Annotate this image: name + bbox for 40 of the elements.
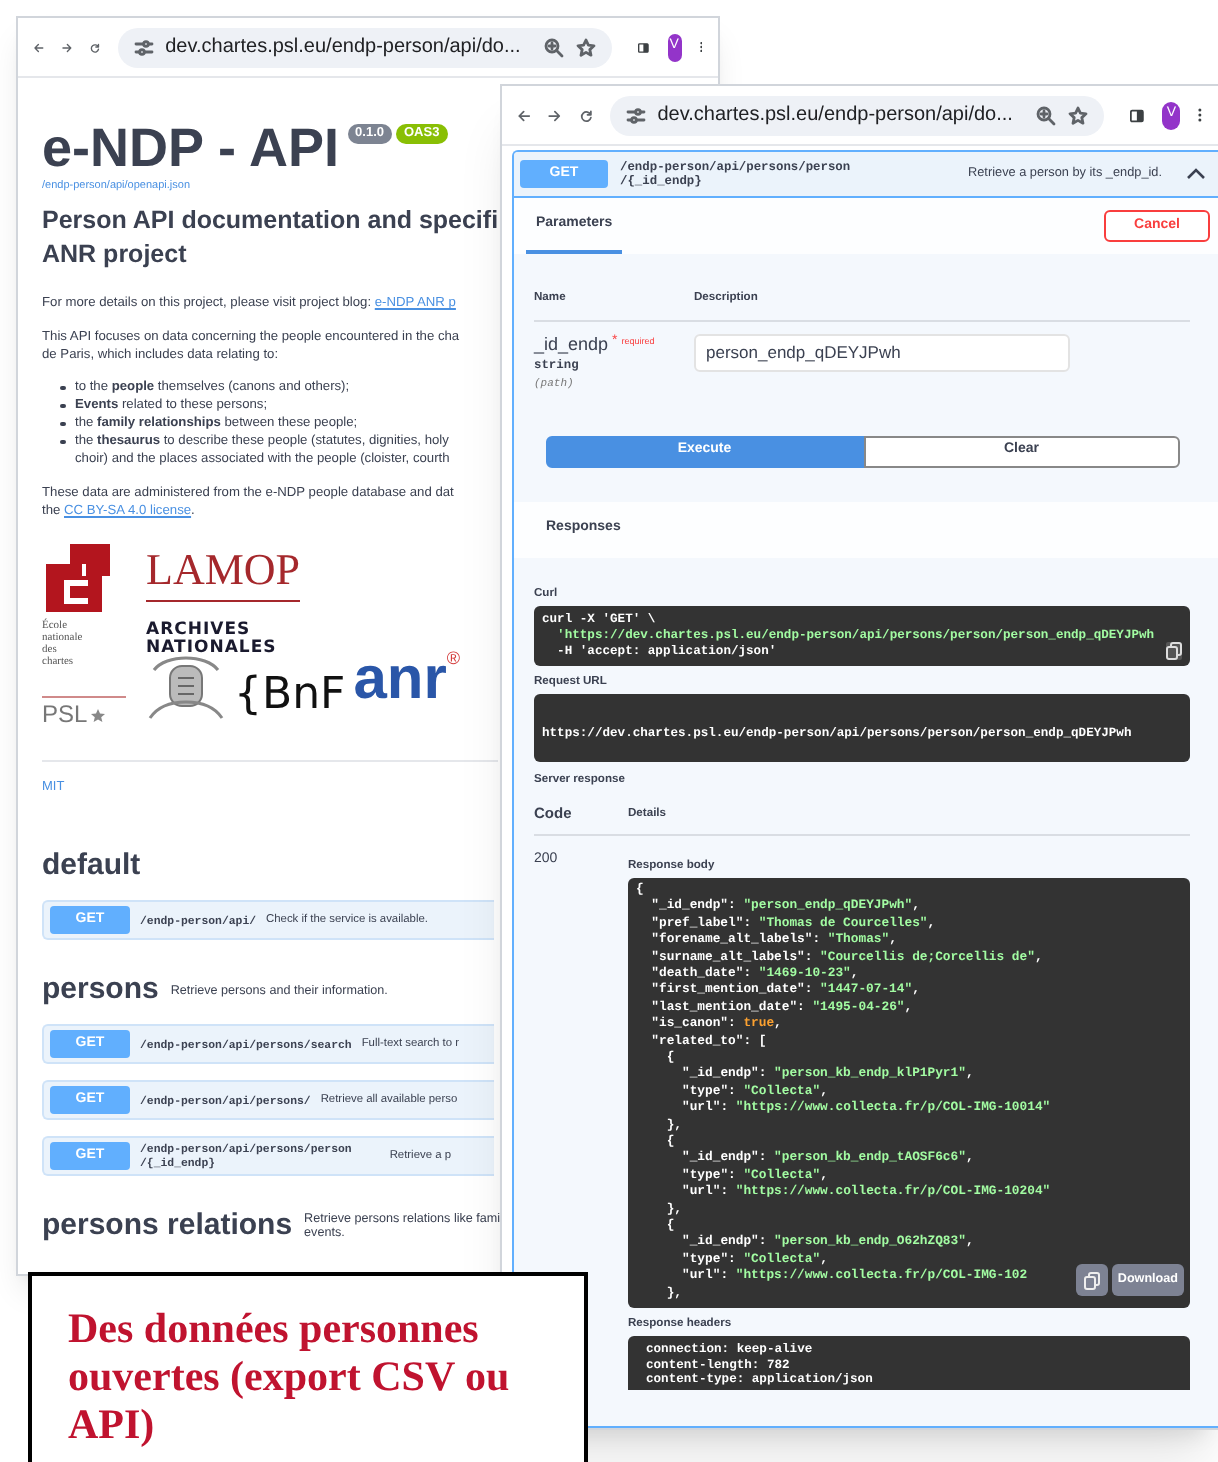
description-heading: Person API documentation and specifi ANR project <box>42 204 499 272</box>
copy-button[interactable] <box>1075 1264 1108 1297</box>
section-title: persons <box>42 972 159 1008</box>
url-text: dev.chartes.psl.eu/endp-person/api/do... <box>657 102 1013 130</box>
section-title: persons relations <box>42 1208 293 1244</box>
address-bar[interactable]: dev.chartes.psl.eu/endp-person/api/do... <box>117 27 613 67</box>
side-panel-icon[interactable] <box>638 37 650 57</box>
copy-icon[interactable] <box>1166 641 1182 660</box>
bullet-icon <box>60 421 65 426</box>
site-settings-icon[interactable] <box>133 37 154 57</box>
bullet-icon <box>60 439 65 444</box>
school-logo-icon <box>42 540 114 616</box>
lab-logo: LAMOP <box>146 540 301 602</box>
archives-logo: ARCHIVES NATIONALES <box>146 622 279 658</box>
parameter-input-field[interactable]: person_endp_qDEYJPwh <box>694 333 1070 372</box>
forward-arrow-icon[interactable] <box>548 105 561 125</box>
copy-icon <box>1083 1271 1100 1290</box>
api-title: e-NDP - API <box>42 118 340 178</box>
section-title: default <box>42 848 141 884</box>
side-panel-icon[interactable] <box>1130 105 1145 125</box>
site-settings-icon[interactable] <box>625 105 646 125</box>
zoom-icon[interactable] <box>1036 105 1057 125</box>
seal-drawing <box>146 654 226 722</box>
anr-logo-text: anr <box>353 650 447 710</box>
zoom-icon[interactable] <box>544 37 565 57</box>
bookmark-star-icon[interactable] <box>1068 105 1089 125</box>
caption-text: Des données personnes ouvertes (export CSV ou API) <box>68 1304 512 1448</box>
registered-mark: ® <box>446 650 461 668</box>
back-arrow-icon[interactable] <box>518 105 531 125</box>
address-bar[interactable]: dev.chartes.psl.eu/endp-person/api/do... <box>609 95 1105 135</box>
bullet-icon <box>60 385 65 390</box>
bookmark-star-icon[interactable] <box>576 37 597 57</box>
psl-logo-text: PSL <box>42 702 88 728</box>
bullet-icon <box>60 403 65 408</box>
reload-icon[interactable] <box>579 105 592 125</box>
bnf-logo: {BnF <box>234 670 346 722</box>
url-text: dev.chartes.psl.eu/endp-person/api/do... <box>165 34 521 62</box>
star-icon <box>89 707 106 723</box>
chevron-up-icon[interactable] <box>1186 168 1206 180</box>
parameter-name: _id_endp <box>534 333 609 356</box>
